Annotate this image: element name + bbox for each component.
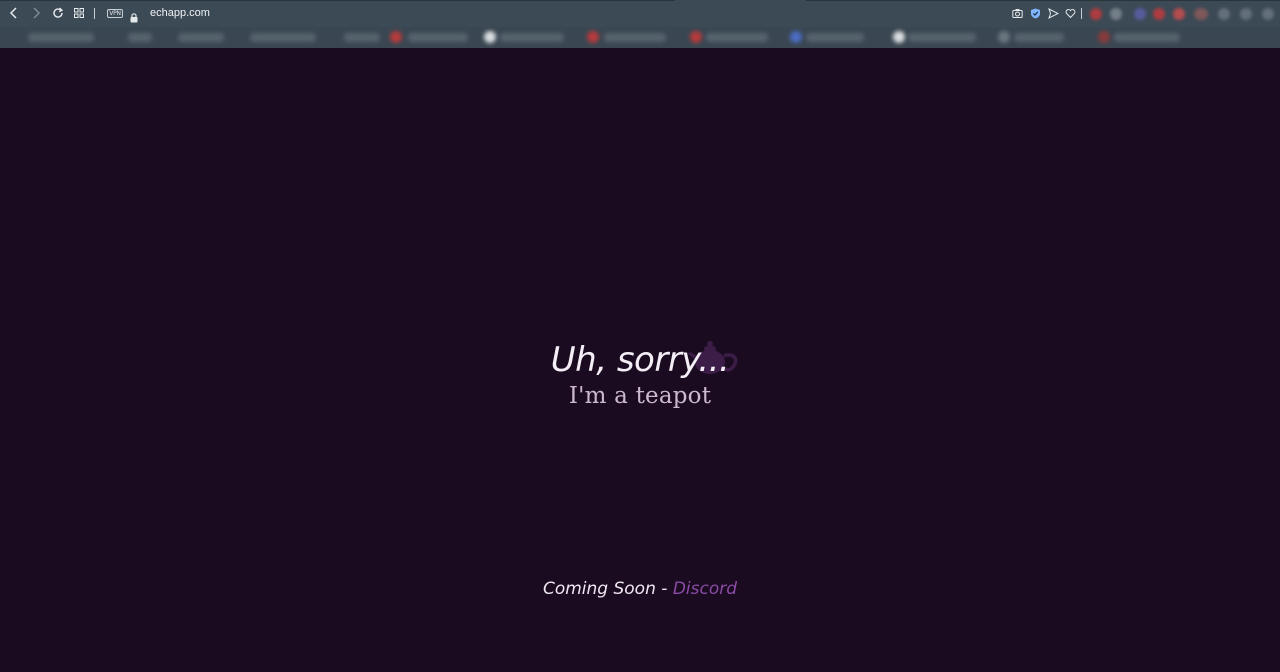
extension-icon[interactable] <box>1153 8 1165 20</box>
extension-icon[interactable] <box>1173 8 1185 20</box>
browser-toolbar: VPN echapp.com <box>0 0 1280 27</box>
bookmark-favicon <box>587 31 599 43</box>
toolbar-divider-right <box>1081 8 1082 19</box>
menu-icon[interactable] <box>1262 8 1274 20</box>
heart-icon[interactable] <box>1065 8 1076 19</box>
toolbar-divider <box>94 8 95 19</box>
discord-link[interactable]: Discord <box>673 579 737 599</box>
page-title: Uh, sorry... <box>550 340 730 380</box>
page-subtitle: I'm a teapot <box>568 383 712 409</box>
extension-icon[interactable] <box>1240 8 1252 20</box>
camera-icon[interactable] <box>1012 8 1023 19</box>
back-icon[interactable] <box>6 5 22 21</box>
extension-icon[interactable] <box>1134 8 1146 20</box>
footer-line: Coming Soon - Discord <box>0 577 1280 601</box>
bookmark-item[interactable] <box>28 33 94 42</box>
bookmark-item[interactable] <box>604 33 666 42</box>
shield-icon[interactable] <box>1030 8 1041 19</box>
bookmark-item[interactable] <box>344 33 380 42</box>
extension-icon[interactable] <box>1110 8 1122 20</box>
bookmark-item[interactable] <box>908 33 976 42</box>
reload-icon[interactable] <box>50 5 66 21</box>
bookmark-item[interactable] <box>178 33 224 42</box>
address-bar[interactable]: echapp.com <box>150 7 210 20</box>
extension-icon[interactable] <box>1194 8 1208 20</box>
bookmark-favicon <box>998 31 1010 43</box>
extension-icon[interactable] <box>1218 8 1230 20</box>
bookmark-favicon <box>484 31 496 43</box>
tabs-grid-icon[interactable] <box>71 5 87 21</box>
bookmark-item[interactable] <box>500 33 564 42</box>
bookmark-favicon <box>390 31 402 43</box>
bookmark-favicon <box>690 31 702 43</box>
extension-icon[interactable] <box>1090 8 1102 20</box>
bookmark-item[interactable] <box>1014 33 1064 42</box>
bookmark-item[interactable] <box>128 33 152 42</box>
bookmark-favicon <box>893 31 905 43</box>
forward-icon[interactable] <box>28 5 44 21</box>
page-content: Uh, sorry... I'm a teapot Coming Soon - … <box>0 48 1280 672</box>
bookmark-item[interactable] <box>806 33 864 42</box>
coming-soon-text: Coming Soon - <box>542 579 673 599</box>
bookmark-item[interactable] <box>1114 33 1180 42</box>
bookmark-favicon <box>790 31 802 43</box>
bookmark-favicon <box>1098 31 1110 43</box>
bookmarks-bar <box>0 27 1280 48</box>
toolbar-right <box>1000 0 1280 27</box>
bookmark-item[interactable] <box>408 33 468 42</box>
vpn-badge[interactable]: VPN <box>107 9 123 18</box>
bookmark-item[interactable] <box>250 33 316 42</box>
bookmark-item[interactable] <box>706 33 768 42</box>
lock-icon[interactable] <box>130 8 138 23</box>
send-icon[interactable] <box>1048 8 1059 19</box>
